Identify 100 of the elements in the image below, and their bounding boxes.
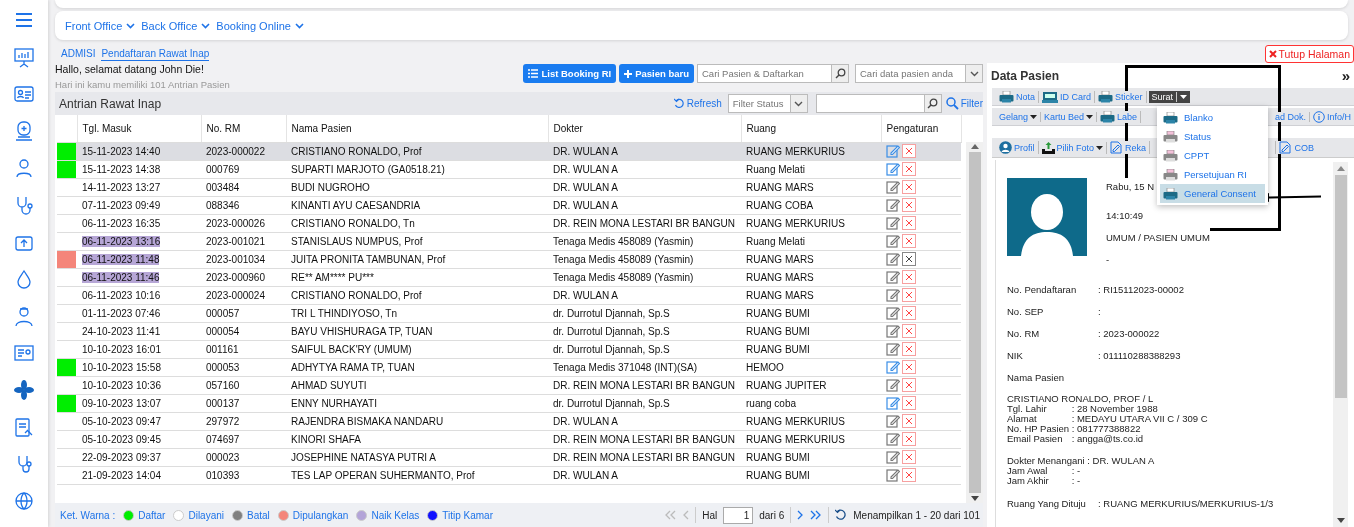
edit-icon[interactable] — [886, 432, 900, 446]
table-cell: Tenaga Medis 458089 (Yasmin) — [548, 250, 741, 268]
new-patient-button[interactable]: Pasien baru — [619, 64, 694, 83]
table-row[interactable]: 05-10-2023 09:45 074697 KINORI SHAFA DR. REIN MONA LESTARI BR BANGUN RUANG MERKURIUS — [57, 430, 961, 448]
dropdown-button[interactable]: Kartu Bed — [1041, 111, 1098, 122]
toolbar-button[interactable]: Labe — [1097, 110, 1142, 123]
table-cell: JUITA PRONITA TAMBUNAN, Prof — [286, 250, 548, 268]
toolbar-button[interactable]: COB — [1275, 141, 1317, 154]
id-badge-icon[interactable] — [13, 342, 35, 364]
refresh-link[interactable]: Refresh — [673, 98, 722, 109]
filter-search-field[interactable] — [815, 94, 925, 113]
table-cell: 15-11-2023 14:40 — [82, 145, 161, 157]
close-page-button[interactable]: Tutup Halaman — [1264, 45, 1354, 63]
id-card-icon[interactable] — [13, 83, 35, 105]
scrollbar[interactable] — [966, 142, 983, 503]
edit-icon[interactable] — [886, 216, 900, 230]
filter-link[interactable]: Filter — [945, 97, 983, 110]
table-row[interactable]: 01-11-2023 07:46 000057 TRI L THINDIYOSO, Tn dr. Durrotul Djannah, Sp.S RUANG BUMI — [57, 304, 961, 322]
menu-item[interactable]: Persetujuan RI — [1160, 165, 1265, 184]
edit-icon[interactable] — [886, 360, 900, 374]
scroll-down-icon[interactable] — [1336, 518, 1345, 523]
menu-item[interactable]: Status — [1160, 127, 1265, 146]
toolbar-button[interactable]: Reka — [1107, 141, 1151, 154]
search-button[interactable] — [832, 64, 849, 83]
table-row[interactable]: 15-11-2023 14:40 2023-000022 CRISTIANO RONALDO, Prof DR. WULAN A RUANG MERKURIUS — [57, 142, 961, 160]
toolbar-button[interactable]: ID Card — [1039, 90, 1096, 103]
next-page-icon[interactable] — [797, 510, 805, 520]
filter-status-select[interactable]: Filter Status — [727, 94, 791, 113]
nav-menu[interactable]: Back Office — [141, 19, 211, 32]
table-row[interactable]: 07-11-2023 09:49 088346 KINANTI AYU CAESANDRIA DR. WULAN A RUANG COBA — [57, 196, 961, 214]
edit-icon[interactable] — [886, 180, 900, 194]
toolbar-button[interactable]: Sticker — [1095, 90, 1147, 103]
table-row[interactable]: 15-11-2023 14:38 000769 SUPARTI MARJOTO (GA0518.21) DR. WULAN A Ruang Melati — [57, 160, 961, 178]
edit-icon[interactable] — [886, 450, 900, 464]
edit-icon[interactable] — [886, 144, 900, 158]
edit-icon[interactable] — [886, 198, 900, 212]
presentation-chart-icon[interactable] — [13, 46, 35, 68]
scroll-up-icon[interactable] — [1336, 166, 1345, 171]
edit-icon[interactable] — [886, 378, 900, 392]
delete-icon[interactable] — [902, 252, 916, 266]
nav-menu[interactable]: Booking Online — [216, 19, 304, 32]
table-row[interactable]: 06-11-2023 16:35 2023-000026 CRISTIANO RONALDO, Tn DR. REIN MONA LESTARI BR BANGUN RUANG MERKURIUS — [57, 214, 961, 232]
edit-icon[interactable] — [886, 162, 900, 176]
edit-icon[interactable] — [886, 306, 900, 320]
person-icon[interactable] — [13, 157, 35, 179]
table-row[interactable]: 14-11-2023 13:27 003484 BUDI NUGROHO DR. WULAN A RUANG MARS — [57, 178, 961, 196]
dropdown-button[interactable] — [966, 64, 983, 83]
reload-icon[interactable] — [835, 509, 848, 521]
toolbar-button[interactable]: Info/H — [1310, 110, 1354, 123]
caret-icon — [1086, 114, 1094, 119]
edit-icon[interactable] — [886, 288, 900, 302]
field-label: Jam Akhir — [1007, 476, 1050, 486]
table-row[interactable]: 06-11-2023 13:16 2023-001021 STANISLAUS NUMPUS, Prof Tenaga Medis 458089 (Yasmin) Ruang Melati — [57, 232, 961, 250]
clipboard-icon[interactable] — [13, 416, 35, 438]
id-card-printer-icon — [1042, 90, 1058, 103]
table-row[interactable]: 22-09-2023 09:37 000023 JOSEPHINE NATASYA PUTRI A DR. REIN MONA LESTARI BR BANGUN RUANG BUMI — [57, 448, 961, 466]
table-row[interactable]: 21-09-2023 14:04 010393 TES LAP OPERAN SUHERMANTO, Prof DR. WULAN A RUANG BUMI — [57, 466, 961, 484]
last-page-icon[interactable] — [810, 510, 823, 520]
scrollbar[interactable] — [1333, 162, 1348, 527]
menu-item[interactable]: CPPT — [1160, 146, 1265, 165]
table-row[interactable]: 09-10-2023 13:07 000137 ENNY NURHAYATI dr. Durrotul Djannah, Sp.S ruang coba — [57, 394, 961, 412]
table-row[interactable]: 10-10-2023 16:01 001161 SAIFUL BACK'RY (UMUM) dr. Durrotul Djannah, Sp.S RUANG BUMI — [57, 340, 961, 358]
globe-icon[interactable] — [13, 490, 35, 512]
edit-icon[interactable] — [886, 270, 900, 284]
menu-item[interactable]: General Consent — [1160, 184, 1265, 203]
edit-icon[interactable] — [886, 234, 900, 248]
table-row[interactable]: 10-10-2023 15:58 000053 ADHYTYA RAMA TP, TUAN Tenaga Medis 371048 (INT)(SA) HEMOO — [57, 358, 961, 376]
panel-title: Data Pasien — [991, 68, 1060, 83]
breadcrumb-link[interactable]: Pendaftaran Rawat Inap — [101, 47, 210, 61]
upload-icon — [1041, 141, 1055, 154]
collapse-button[interactable]: » — [1341, 67, 1350, 84]
doctor-icon[interactable] — [13, 305, 35, 327]
letter-dropdown-button[interactable]: Surat — [1148, 90, 1191, 103]
edit-icon[interactable] — [886, 252, 900, 266]
edit-icon[interactable] — [886, 324, 900, 338]
toolbar-button[interactable]: Nota — [996, 90, 1039, 103]
edit-icon[interactable] — [886, 414, 900, 428]
table-row[interactable]: 06-11-2023 11:48 2023-001034 JUITA PRONITA TAMBUNAN, Prof Tenaga Medis 458089 (Yasmin) RUANG MARS — [57, 250, 961, 268]
table-cell: RUANG MARS — [741, 268, 881, 286]
toolbar-button[interactable]: Profil — [996, 141, 1039, 154]
scroll-up-icon[interactable] — [970, 144, 979, 149]
menu-item[interactable]: Blanko — [1160, 108, 1265, 127]
scroll-down-icon[interactable] — [970, 496, 979, 501]
patient-search-field[interactable]: Cari Pasien & Daftarkan — [697, 64, 832, 83]
edit-icon[interactable] — [886, 396, 900, 410]
dropdown-button[interactable]: Gelang — [996, 111, 1042, 122]
edit-icon[interactable] — [886, 468, 900, 482]
table-row[interactable]: 06-11-2023 11:46 2023-000960 RE** AM**** PU*** Tenaga Medis 458089 (Yasmin) RUANG MARS — [57, 268, 961, 286]
flower-logo-icon[interactable] — [13, 379, 35, 401]
nav-menu[interactable]: Front Office — [65, 19, 136, 32]
list-booking-button[interactable]: List Booking RI — [523, 64, 617, 83]
legend-label: Naik Kelas — [371, 509, 420, 521]
table-row[interactable]: 05-10-2023 09:47 297972 RAJENDRA BISMAKA NANDARU DR. WULAN A RUANG MERKURIUS — [57, 412, 961, 430]
table-row[interactable]: 06-11-2023 10:16 2023-000024 CRISTIANO RONALDO, Prof DR. WULAN A RUANG MARS — [57, 286, 961, 304]
table-row[interactable]: 24-10-2023 11:41 000054 BAYU VHISHURAGA TP, TUAN dr. Durrotul Djannah, Sp.S RUANG BUMI — [57, 322, 961, 340]
page-field[interactable]: 1 — [723, 506, 754, 524]
edit-icon[interactable] — [886, 342, 900, 356]
patient-data-select[interactable]: Cari data pasien anda — [855, 64, 966, 83]
table-row[interactable]: 10-10-2023 10:36 057160 AHMAD SUYUTI DR. REIN MONA LESTARI BR BANGUN RUANG JUPITER — [57, 376, 961, 394]
breadcrumb-link[interactable]: ADMISI — [61, 48, 96, 60]
